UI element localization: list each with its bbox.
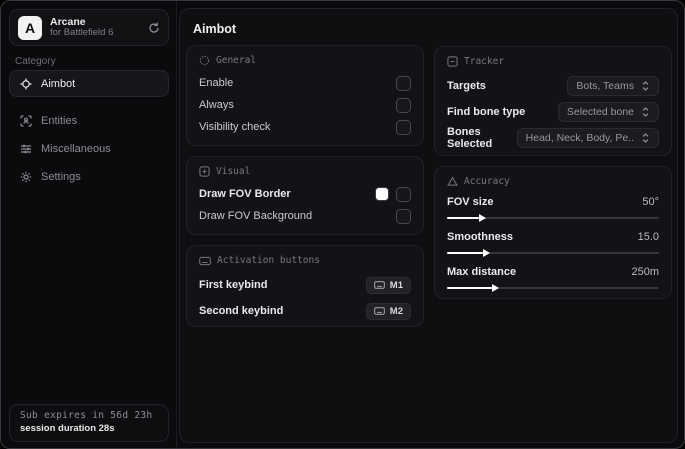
- slider-label: Max distance: [447, 266, 517, 278]
- bones-selected-select[interactable]: Head, Neck, Body, Pe..: [516, 128, 659, 148]
- sidebar-item-label: Miscellaneous: [41, 142, 111, 155]
- slider-value: 250m: [631, 266, 659, 278]
- keybind-value: M2: [389, 305, 403, 317]
- setting-row-draw-fov-background: Draw FOV Background: [199, 205, 411, 227]
- entities-icon: [19, 114, 32, 127]
- slider-value: 15.0: [637, 231, 659, 243]
- setting-label: Always: [199, 99, 234, 111]
- unfold-icon: [641, 107, 650, 117]
- slider-thumb[interactable]: [478, 214, 486, 222]
- frame-plus-icon: [199, 166, 210, 177]
- slider-label: FOV size: [447, 196, 494, 208]
- sidebar-item-miscellaneous[interactable]: Miscellaneous: [9, 135, 169, 162]
- setting-label: Enable: [199, 77, 234, 89]
- setting-row-draw-fov-border: Draw FOV Border: [199, 183, 411, 205]
- card-activation-buttons: Activation buttons First keybind M1 Seco…: [186, 245, 424, 327]
- select-value: Bots, Teams: [576, 80, 634, 92]
- setting-row-always: Always: [199, 94, 411, 116]
- app-header: A Arcane for Battlefield 6: [9, 9, 169, 46]
- keybind-row-first: First keybind M1: [199, 272, 411, 298]
- sliders-icon: [19, 143, 32, 155]
- fov-border-color-swatch[interactable]: [375, 187, 389, 201]
- triangle-icon: [447, 176, 458, 187]
- setting-label: Draw FOV Border: [199, 188, 291, 200]
- card-visual: Visual Draw FOV Border Draw FOV Backgrou…: [186, 156, 424, 235]
- category-label: Category: [15, 56, 56, 67]
- app-logo: A: [18, 15, 42, 40]
- keybind-row-second: Second keybind M2: [199, 298, 411, 324]
- sidebar-item-aimbot[interactable]: Aimbot: [9, 70, 169, 97]
- box-minus-icon: [447, 56, 458, 67]
- keybind-label: Second keybind: [199, 305, 284, 317]
- fov-size-slider[interactable]: [447, 214, 659, 222]
- keyboard-icon: [373, 281, 385, 289]
- visibility-check-checkbox[interactable]: [396, 119, 411, 135]
- card-title: General: [216, 55, 257, 66]
- sidebar-item-settings[interactable]: Settings: [9, 163, 169, 190]
- app-subtitle: for Battlefield 6: [50, 27, 114, 39]
- setting-label: Draw FOV Background: [199, 210, 313, 222]
- sub-expiry-text: Sub expires in 56d 23h: [20, 410, 153, 421]
- main-panel: Aimbot General Enable Always Visibility …: [179, 8, 678, 443]
- tracker-row-targets: Targets Bots, Teams: [447, 73, 659, 99]
- find-bone-type-select[interactable]: Selected bone: [557, 102, 659, 122]
- session-duration-text: session duration 28s: [20, 423, 115, 434]
- tracker-label: Bones Selected: [447, 126, 493, 150]
- card-title: Tracker: [464, 56, 505, 67]
- setting-label: Visibility check: [199, 121, 271, 133]
- tracker-label: Targets: [447, 80, 486, 92]
- setting-row-visibility-check: Visibility check: [199, 116, 411, 138]
- tracker-row-bones-selected: Bones Selected Head, Neck, Body, Pe..: [447, 125, 659, 151]
- slider-row-fov-size: FOV size 50°: [447, 193, 659, 222]
- targets-select[interactable]: Bots, Teams: [567, 76, 659, 96]
- card-general: General Enable Always Visibility check: [186, 45, 424, 146]
- sidebar: A Arcane for Battlefield 6 Category Aimb…: [1, 1, 177, 448]
- sidebar-nav: Aimbot Entities Miscellaneous Settings: [9, 70, 169, 191]
- keyboard-icon: [199, 256, 211, 266]
- select-value: Selected bone: [566, 106, 634, 118]
- sidebar-item-entities[interactable]: Entities: [9, 107, 169, 134]
- card-title: Accuracy: [464, 176, 510, 187]
- unfold-icon: [641, 133, 650, 143]
- slider-thumb[interactable]: [491, 284, 499, 292]
- tracker-label: Find bone type: [447, 106, 526, 118]
- card-accuracy: Accuracy FOV size 50° Smoothness 15.0 Ma…: [434, 166, 672, 299]
- always-checkbox[interactable]: [396, 97, 411, 113]
- slider-value: 50°: [642, 196, 659, 208]
- keybind-label: First keybind: [199, 279, 268, 291]
- slider-label: Smoothness: [447, 231, 514, 243]
- smoothness-slider[interactable]: [447, 249, 659, 257]
- subscription-status: Sub expires in 56d 23h session duration …: [9, 404, 169, 442]
- app-window: A Arcane for Battlefield 6 Category Aimb…: [0, 0, 685, 449]
- setting-row-enable: Enable: [199, 72, 411, 94]
- refresh-icon[interactable]: [148, 21, 160, 34]
- card-title: Visual: [216, 166, 251, 177]
- card-tracker: Tracker Targets Bots, Teams Find bone ty…: [434, 46, 672, 156]
- slider-row-smoothness: Smoothness 15.0: [447, 228, 659, 257]
- unfold-icon: [641, 81, 650, 91]
- page-title: Aimbot: [193, 22, 237, 36]
- card-title: Activation buttons: [217, 255, 320, 266]
- draw-fov-border-checkbox[interactable]: [396, 186, 411, 202]
- scope-icon: [199, 55, 210, 66]
- max-distance-slider[interactable]: [447, 284, 659, 292]
- gear-icon: [19, 171, 32, 183]
- sidebar-item-label: Aimbot: [41, 77, 76, 90]
- sidebar-item-label: Settings: [41, 170, 81, 183]
- keyboard-icon: [373, 307, 385, 315]
- keybind-value: M1: [389, 279, 403, 291]
- enable-checkbox[interactable]: [396, 75, 411, 91]
- sidebar-item-label: Entities: [41, 114, 78, 127]
- crosshair-icon: [19, 78, 32, 90]
- second-keybind-button[interactable]: M2: [365, 302, 411, 320]
- select-value: Head, Neck, Body, Pe..: [525, 132, 634, 144]
- tracker-row-find-bone-type: Find bone type Selected bone: [447, 99, 659, 125]
- slider-row-max-distance: Max distance 250m: [447, 263, 659, 292]
- first-keybind-button[interactable]: M1: [365, 276, 411, 294]
- slider-thumb[interactable]: [483, 249, 491, 257]
- draw-fov-background-checkbox[interactable]: [396, 208, 411, 224]
